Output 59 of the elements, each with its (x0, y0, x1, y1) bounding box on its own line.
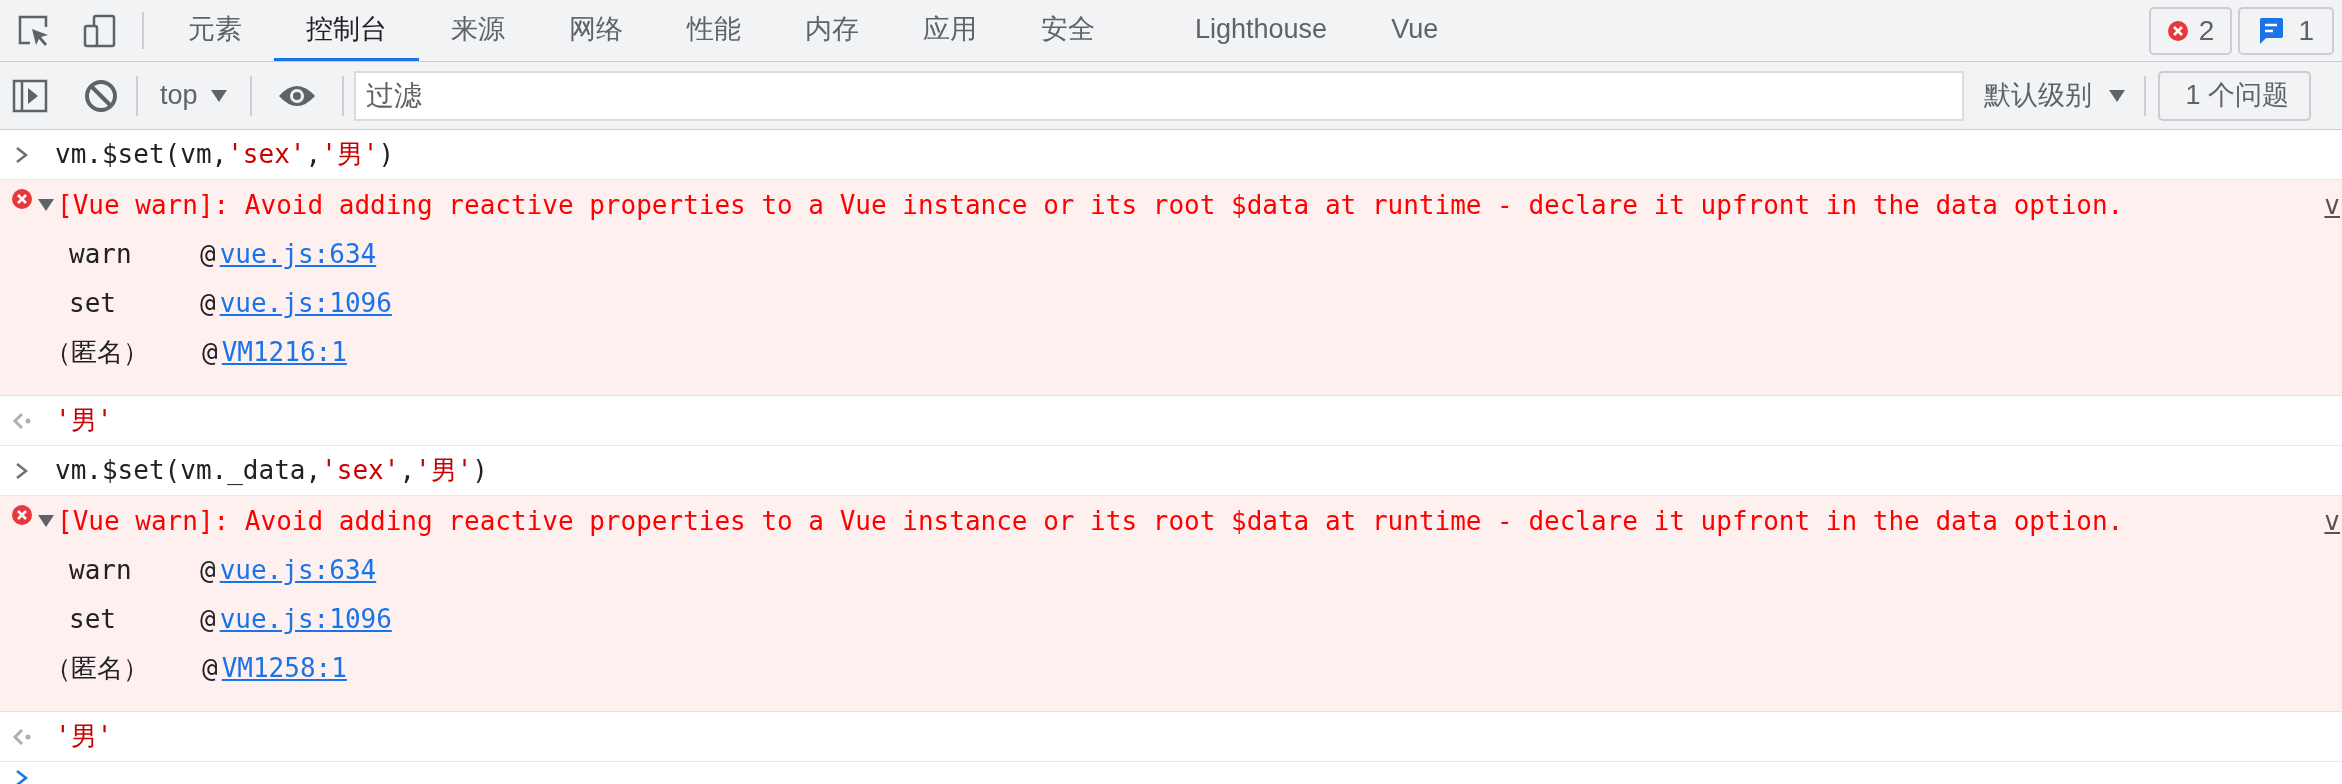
at-sign: @ (202, 652, 218, 685)
return-arrow-icon (12, 726, 32, 747)
prompt-chevron-icon (14, 768, 30, 784)
source-link[interactable]: vue.js:634 (219, 551, 377, 590)
filter-field[interactable]: 过滤 (353, 70, 1964, 121)
expand-toggle[interactable] (37, 514, 55, 528)
caret-icon (2107, 88, 2126, 103)
message-count-button[interactable]: 1 (2238, 6, 2334, 55)
function-name: （匿名） (45, 652, 150, 685)
issues-button[interactable]: 1 个问题 (2157, 70, 2312, 121)
context-dropdown[interactable]: top (138, 75, 250, 116)
source-link[interactable]: v (2324, 185, 2342, 225)
console-text: vm.$set(vm._data,'sex','男') (55, 454, 488, 487)
source-link[interactable]: v (2324, 501, 2342, 541)
sidebar-icon[interactable] (12, 78, 48, 113)
error-icon (11, 504, 33, 526)
warning-text: [Vue warn]: Avoid adding reactive properties to a Vue instance or its root $data at runtime - declare it upfront in the data option. (57, 504, 2124, 538)
device-icon[interactable] (82, 12, 118, 49)
warning-text: [Vue warn]: Avoid adding reactive properties to a Vue instance or its root $data at runtime - declare it upfront in the data option. (57, 188, 2124, 222)
chevron-icon (14, 460, 30, 481)
at-sign: @ (202, 336, 218, 369)
source-link[interactable]: vue.js:1096 (219, 284, 392, 323)
at-sign: @ (200, 603, 216, 636)
panel-tab[interactable]: Lighthouse (1163, 0, 1360, 61)
triangle-icon (37, 198, 55, 212)
function-name: warn (69, 554, 133, 587)
function-name: （匿名） (45, 336, 150, 369)
at-sign: @ (200, 238, 216, 271)
function-name: set (69, 603, 117, 636)
source-link[interactable]: VM1258:1 (221, 649, 347, 688)
at-sign: @ (200, 287, 216, 320)
error-icon (11, 188, 33, 210)
message-icon (2258, 16, 2285, 45)
panel-tab[interactable]: 性能 (655, 0, 773, 61)
error-icon (2166, 19, 2189, 42)
function-name: warn (69, 238, 133, 271)
triangle-icon (37, 514, 55, 528)
caret-icon (209, 88, 228, 103)
console-text: '男' (55, 404, 113, 437)
return-arrow-icon (12, 410, 32, 431)
source-link[interactable]: VM1216:1 (221, 333, 347, 372)
chevron-icon (14, 144, 30, 165)
panel-tab[interactable]: 内存 (773, 0, 891, 61)
clear-icon[interactable] (84, 78, 118, 113)
at-sign: @ (200, 554, 216, 587)
expand-toggle[interactable] (37, 198, 55, 212)
panel-tab[interactable]: 网络 (537, 0, 655, 61)
panel-tab[interactable]: Vue (1359, 0, 1471, 61)
function-name: set (69, 287, 117, 320)
console-text: vm.$set(vm,'sex','男') (55, 138, 395, 171)
panel-tab[interactable]: 元素 (156, 0, 274, 61)
source-link[interactable]: vue.js:1096 (219, 600, 392, 639)
console-text: '男' (55, 720, 113, 753)
panel-tab[interactable]: 安全 (1009, 0, 1127, 61)
error-count-button[interactable]: 2 (2148, 6, 2233, 55)
panel-tab[interactable]: 来源 (419, 0, 537, 61)
panel-tab[interactable]: 应用 (891, 0, 1009, 61)
log-level-dropdown[interactable]: 默认级别 (1963, 75, 2144, 116)
source-link[interactable]: vue.js:634 (219, 235, 377, 274)
